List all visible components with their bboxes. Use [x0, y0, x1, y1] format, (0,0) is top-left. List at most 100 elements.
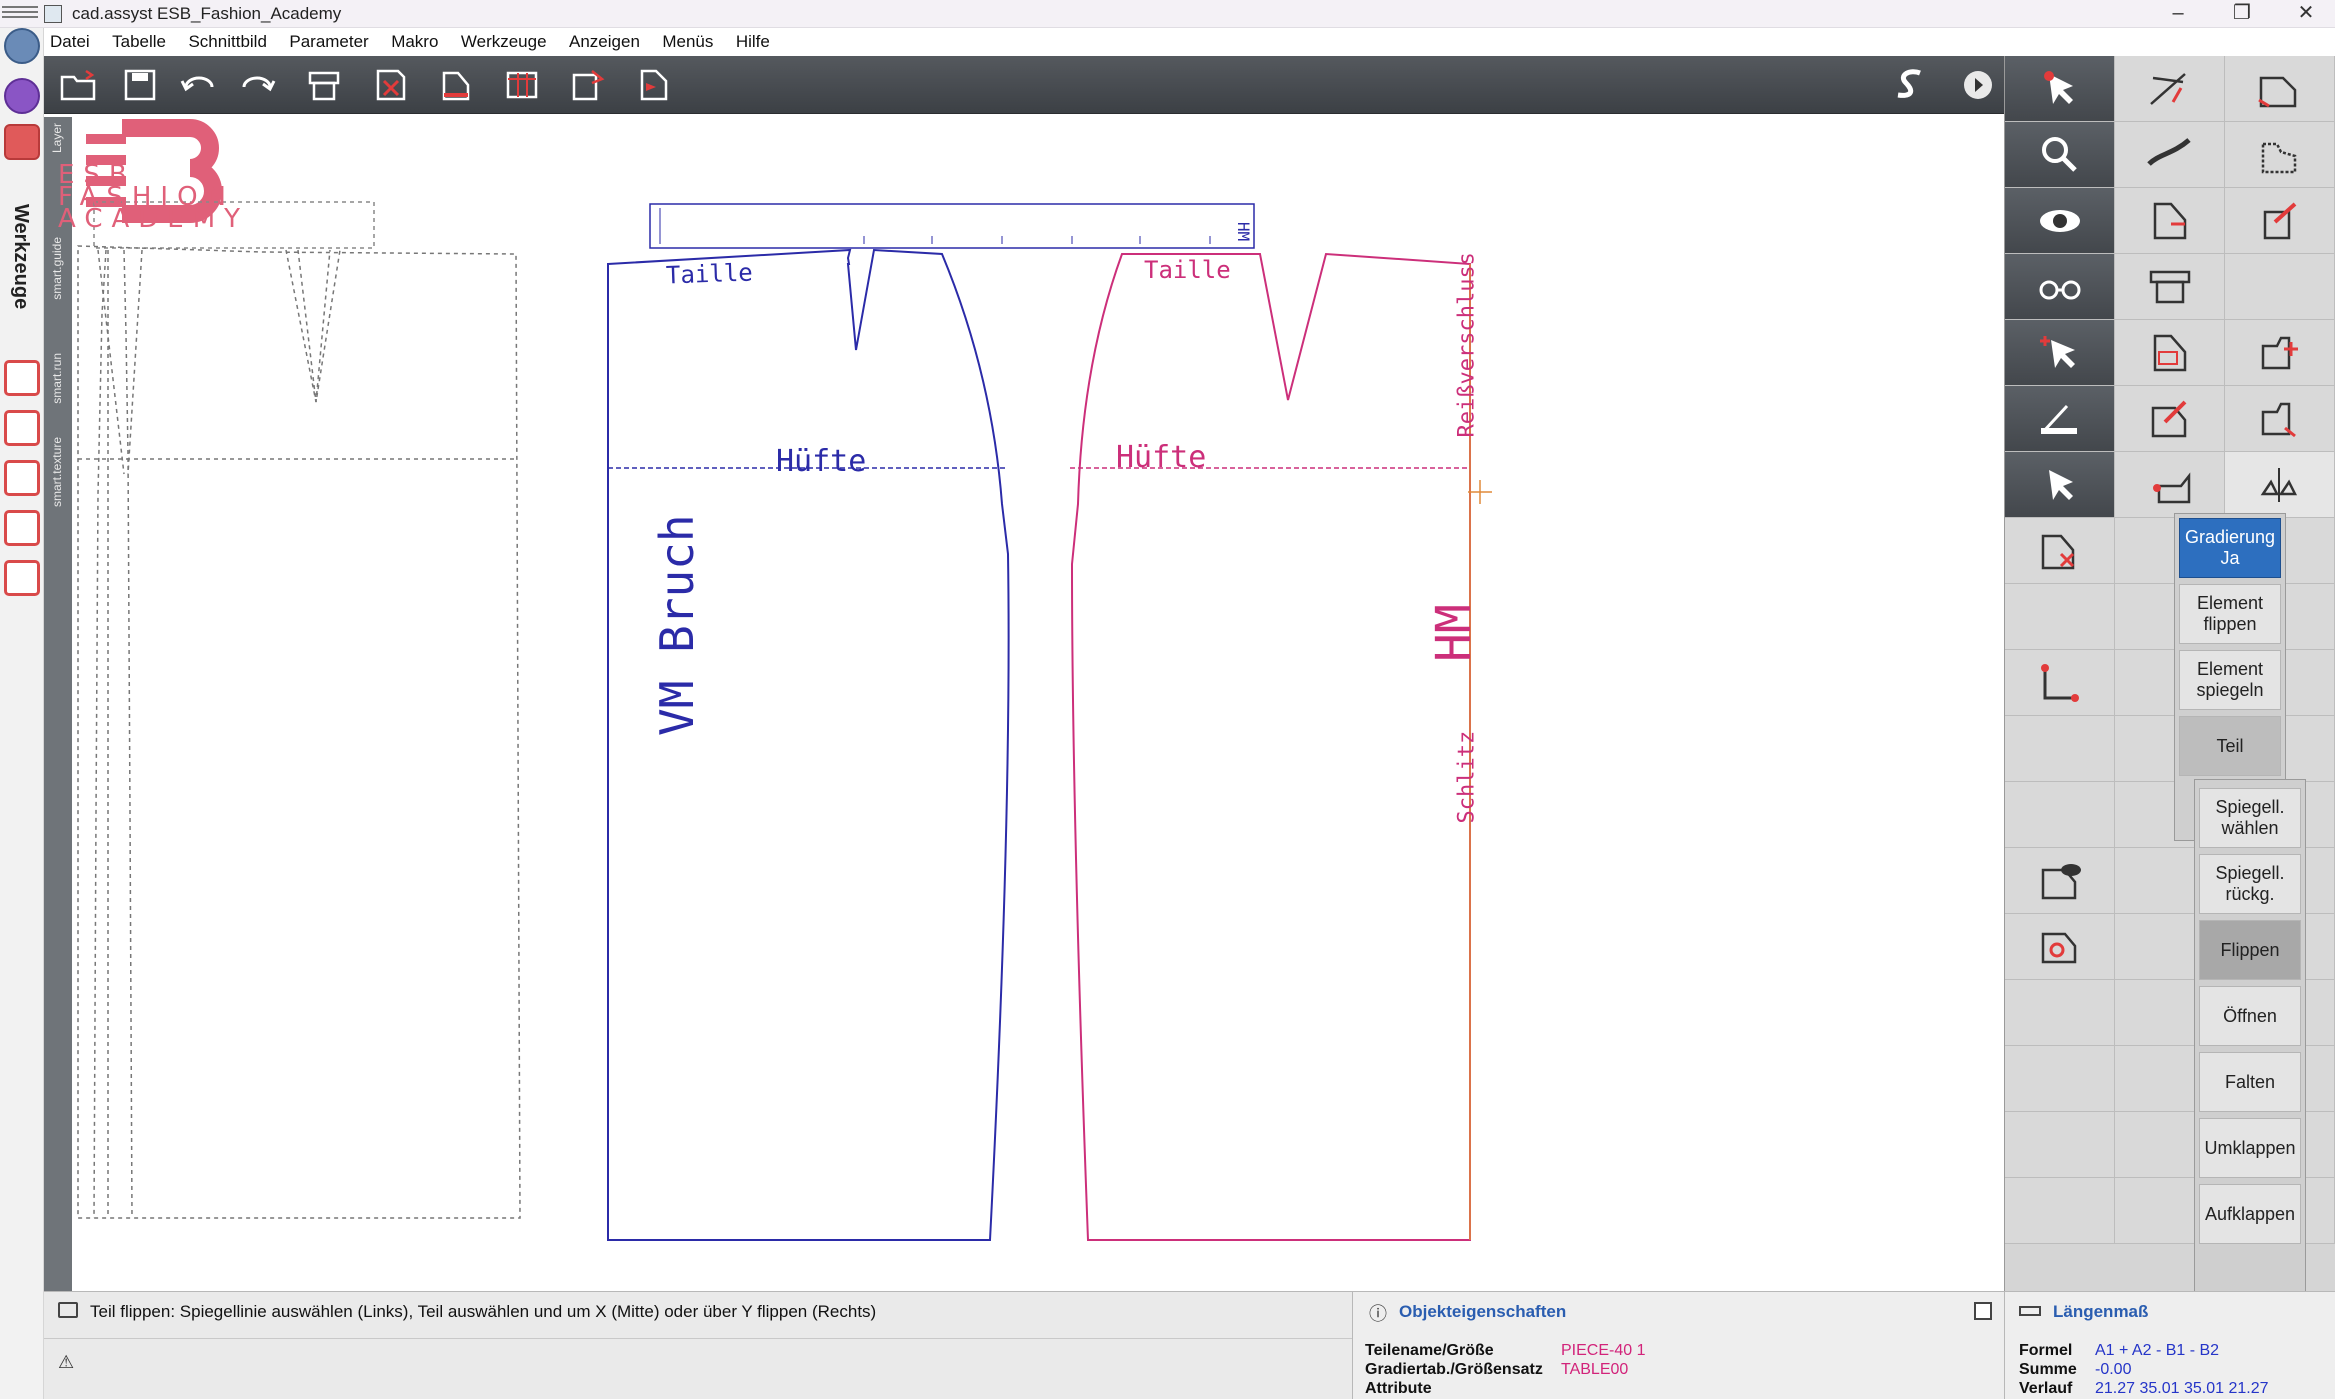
front-waist-label: Taille [665, 258, 754, 290]
empty-slot [2005, 1112, 2115, 1178]
piece-edit-corner-icon[interactable] [2225, 386, 2335, 452]
piece-search-icon[interactable] [2005, 914, 2115, 980]
export-icon[interactable] [632, 65, 676, 105]
flippen-button[interactable]: Flippen [2199, 920, 2301, 980]
right-tool-panel: Gradierung Ja Element flippen Element sp… [2004, 56, 2335, 1301]
maximize-button[interactable]: ❐ [2214, 0, 2270, 28]
tab-smart-guide[interactable]: smart.guide [46, 237, 70, 347]
piece-outline-icon[interactable] [2225, 122, 2335, 188]
drawing-canvas[interactable]: ESB FASHION ACADEMY HM Taille Hüfte VM B… [58, 114, 2004, 1291]
save-icon[interactable] [118, 65, 162, 105]
spiegellinie-waehlen-button[interactable]: Spiegell. wählen [2199, 788, 2301, 848]
hamburger-icon[interactable] [2, 3, 38, 23]
open-folder-icon[interactable] [56, 65, 100, 105]
minimize-button[interactable]: – [2150, 0, 2206, 28]
point-select-icon[interactable] [2005, 320, 2115, 386]
table-icon[interactable] [500, 65, 544, 105]
piece-rotate-icon[interactable] [2225, 188, 2335, 254]
warning-icon[interactable]: ⚠ [58, 1352, 74, 1373]
main-toolbar [44, 56, 2004, 114]
save-properties-icon[interactable] [1974, 1302, 1992, 1320]
book-tool-icon[interactable] [4, 510, 40, 546]
properties-title: Objekteigenschaften [1399, 1302, 1567, 1321]
properties-row: Gradiertab./Größensatz TABLE00 [1365, 1361, 1629, 1378]
piece-info-icon[interactable] [566, 65, 610, 105]
menu-tabelle[interactable]: Tabelle [112, 28, 166, 56]
angle-tool-icon[interactable] [2005, 650, 2115, 716]
select-pointer-icon[interactable] [2005, 56, 2115, 122]
shirt-icon[interactable] [4, 78, 40, 114]
view-piece-icon[interactable] [2005, 848, 2115, 914]
undo-icon[interactable] [176, 65, 220, 105]
back-zip-label: Reißverschluss [1454, 252, 1480, 438]
status-bar: Teil flippen: Spiegellinie auswählen (Li… [44, 1291, 1352, 1399]
panel-toggle-icon[interactable] [1956, 65, 1992, 105]
delete-element-icon[interactable] [2005, 518, 2115, 584]
oeffnen-button[interactable]: Öffnen [2199, 986, 2301, 1046]
piece-edit-icon[interactable] [434, 65, 478, 105]
front-skirt-piece[interactable] [607, 248, 1010, 1241]
umklappen-button[interactable]: Umklappen [2199, 1118, 2301, 1178]
delete-piece-icon[interactable] [368, 65, 412, 105]
plotter-icon[interactable] [302, 65, 346, 105]
plot-piece-icon[interactable] [2115, 254, 2225, 320]
werkzeuge-label: Werkzeuge [10, 204, 32, 310]
mirror-tool-icon[interactable] [2225, 452, 2335, 518]
falten-button[interactable]: Falten [2199, 1052, 2301, 1112]
grid-piece-icon[interactable] [2115, 320, 2225, 386]
piece-pencil-icon[interactable] [2115, 386, 2225, 452]
empty-slot [2005, 716, 2115, 782]
close-button[interactable]: ✕ [2278, 0, 2334, 28]
info-icon: ⓘ [1369, 1304, 1387, 1324]
back-center-label: HM [1426, 604, 1482, 662]
aufklappen-button[interactable]: Aufklappen [2199, 1184, 2301, 1244]
pattern-tool-icon[interactable] [4, 410, 40, 446]
spiegellinie-rueckg-button[interactable]: Spiegell. rückg. [2199, 854, 2301, 914]
edit-pointer-icon[interactable] [2005, 452, 2115, 518]
menu-menues[interactable]: Menüs [662, 28, 713, 56]
ruler-tool-icon[interactable] [4, 360, 40, 396]
sheet-tool-icon[interactable] [4, 460, 40, 496]
menu-schnittbild[interactable]: Schnittbild [188, 28, 266, 56]
smart-s-icon[interactable] [1888, 65, 1932, 105]
menu-hilfe[interactable]: Hilfe [736, 28, 770, 56]
eye-icon[interactable] [2005, 188, 2115, 254]
back-skirt-piece[interactable] [1070, 252, 1471, 1241]
text-piece-icon[interactable] [2225, 56, 2335, 122]
menu-datei[interactable]: Datei [50, 28, 90, 56]
add-piece-icon[interactable] [2225, 320, 2335, 386]
menu-anzeigen[interactable]: Anzeigen [569, 28, 640, 56]
measure-row: Verlauf 21.27 35.01 35.01 21.27 [2019, 1380, 2269, 1397]
glasses-icon[interactable] [2005, 254, 2115, 320]
empty-slot [2005, 584, 2115, 650]
element-flippen-button[interactable]: Element flippen [2179, 584, 2281, 644]
length-measure-panel: Längenmaß Formel A1 + A2 - B1 - B2 Summe -… [2004, 1291, 2335, 1399]
line-draw-icon[interactable] [2115, 56, 2225, 122]
gradierung-toggle[interactable]: Gradierung Ja [2179, 518, 2281, 578]
ghost-pattern [77, 245, 521, 1219]
menu-makro[interactable]: Makro [391, 28, 438, 56]
seam-tool-icon[interactable] [2115, 122, 2225, 188]
menu-parameter[interactable]: Parameter [289, 28, 368, 56]
pattern-drawing[interactable] [72, 114, 2004, 1291]
label-block[interactable] [649, 203, 1255, 249]
zoom-icon[interactable] [2005, 122, 2115, 188]
status-message: Teil flippen: Spiegellinie auswählen (Li… [90, 1302, 877, 1321]
tab-smart-texture[interactable]: smart.texture [46, 437, 70, 557]
measure-tool-icon[interactable] [2005, 386, 2115, 452]
figure-icon[interactable] [4, 28, 40, 64]
teil-button[interactable]: Teil [2179, 716, 2281, 776]
piece-corner-icon[interactable] [2115, 188, 2225, 254]
piece-split-icon[interactable] [2115, 452, 2225, 518]
back-slit-label: Schlitz [1454, 730, 1480, 824]
menu-werkzeuge[interactable]: Werkzeuge [461, 28, 547, 56]
tab-smart-run[interactable]: smart.run [46, 353, 70, 433]
element-spiegeln-button[interactable]: Element spiegeln [2179, 650, 2281, 710]
measure-row: Summe -0.00 [2019, 1361, 2132, 1378]
teil-flyout: Spiegell. wählen Spiegell. rückg. Flippe… [2194, 779, 2306, 1301]
logo-line-3: ACADEMY [58, 204, 250, 234]
side-tabs: Layer smart.guide smart.run smart.textur… [44, 117, 72, 1297]
redo-icon[interactable] [236, 65, 280, 105]
shears-tool-icon[interactable] [4, 560, 40, 596]
pencil-tool-icon[interactable] [4, 124, 40, 160]
